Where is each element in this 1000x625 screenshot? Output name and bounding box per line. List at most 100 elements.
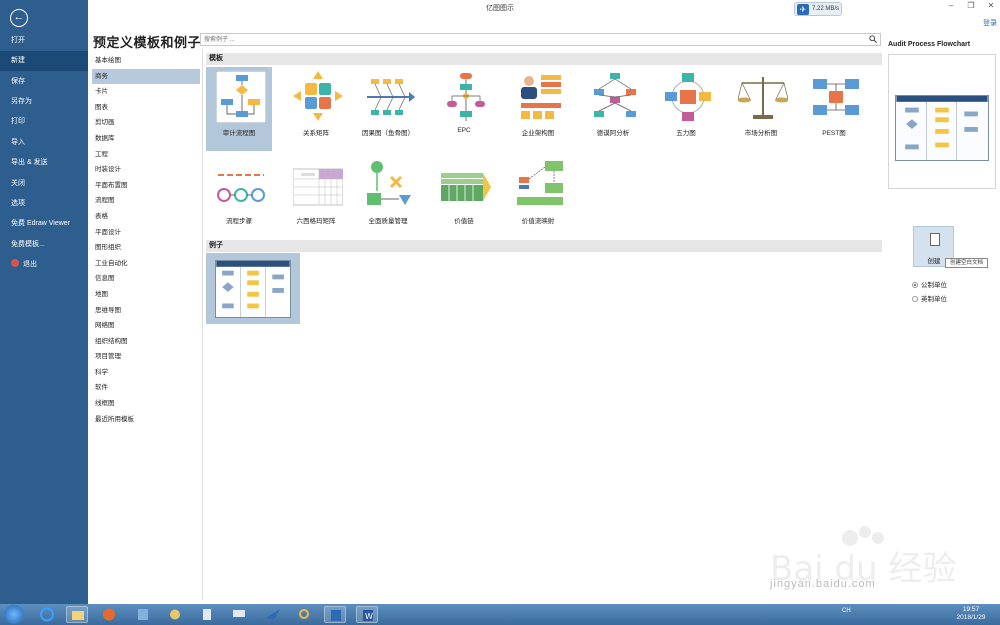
category-item[interactable]: 工程 <box>92 147 200 163</box>
imperial-units-radio[interactable]: 英制单位 <box>912 293 947 303</box>
value-chain-icon <box>441 173 491 201</box>
word-icon[interactable]: W <box>356 606 378 623</box>
template-label: 企业架构图 <box>521 130 555 137</box>
back-arrow-icon[interactable]: ← <box>10 9 28 27</box>
menu-save[interactable]: 保存 <box>0 72 88 92</box>
ie-icon[interactable] <box>36 606 58 623</box>
template-five-forces[interactable]: 五力图 <box>653 67 719 151</box>
template-relationship-matrix[interactable]: 关系矩阵 <box>283 67 349 151</box>
template-six-sigma-matrix[interactable]: 六西格玛矩阵 <box>283 155 349 239</box>
category-item[interactable]: 地图 <box>92 287 200 303</box>
template-label: 价值流映射 <box>521 218 555 225</box>
menu-new[interactable]: 新建 <box>0 51 88 71</box>
category-item[interactable]: 商务 <box>92 68 200 85</box>
template-label: 市场分析图 <box>744 130 778 137</box>
template-label: 五力图 <box>676 130 696 137</box>
metric-units-radio[interactable]: 公制单位 <box>912 279 947 289</box>
template-process-steps[interactable]: 流程步骤 <box>206 155 272 239</box>
category-item[interactable]: 图表 <box>92 100 200 116</box>
template-value-stream-mapping[interactable]: 价值流映射 <box>505 155 571 239</box>
search-app-icon[interactable] <box>294 606 316 623</box>
firefox-icon[interactable] <box>98 606 120 623</box>
category-item[interactable]: 线框图 <box>92 396 200 412</box>
example-audit-flowchart[interactable] <box>206 253 300 324</box>
radio-dot <box>912 282 918 288</box>
menu-free-templates[interactable]: 免费模板... <box>0 235 88 255</box>
category-item[interactable]: 图形组织 <box>92 240 200 256</box>
template-value-chain[interactable]: 价值链 <box>431 155 497 239</box>
search-icon[interactable] <box>869 35 877 43</box>
pest-icon <box>813 79 859 115</box>
taskbar: W CH 19:57 2018/1/29 <box>0 604 1000 625</box>
category-item[interactable]: 工业自动化 <box>92 256 200 272</box>
create-tooltip: 创建空白文档 <box>945 258 988 268</box>
menu-open[interactable]: 打开 <box>0 31 88 51</box>
template-pest[interactable]: PEST图 <box>801 67 867 151</box>
category-item[interactable]: 基本绘图 <box>92 53 200 69</box>
explorer-icon[interactable] <box>66 606 88 623</box>
category-item[interactable]: 思维导图 <box>92 303 200 319</box>
template-fishbone[interactable]: 因果图（鱼骨图） <box>355 67 421 151</box>
template-label: EPC <box>457 127 471 134</box>
category-item[interactable]: 数据库 <box>92 131 200 147</box>
template-tqm[interactable]: 全面质量管理 <box>355 155 421 239</box>
title-bar: 亿图图示 ✈ 7.22 MB/s – ❐ ✕ <box>0 0 1000 16</box>
category-item[interactable]: 信息图 <box>92 271 200 287</box>
search-box[interactable] <box>200 33 881 46</box>
enterprise-architecture-icon <box>521 75 561 119</box>
category-item[interactable]: 科学 <box>92 365 200 381</box>
network-icon[interactable] <box>228 606 250 623</box>
clock[interactable]: 19:57 2018/1/29 <box>948 606 994 622</box>
tqm-icon <box>367 161 411 205</box>
category-item[interactable]: 组织结构图 <box>92 334 200 350</box>
category-item[interactable]: 最近所用模板 <box>92 412 200 428</box>
value-stream-icon <box>517 161 563 205</box>
menu-label: 导出 & 发送 <box>11 159 48 166</box>
notepad-icon[interactable] <box>196 606 218 623</box>
bird-app-icon[interactable] <box>262 606 284 623</box>
search-input[interactable] <box>201 34 861 45</box>
menu-edraw-viewer[interactable]: 免费 Edraw Viewer <box>0 214 88 234</box>
category-item[interactable]: 平面设计 <box>92 225 200 241</box>
paint-icon[interactable] <box>164 606 186 623</box>
menu-import[interactable]: 导入 <box>0 133 88 153</box>
menu-close[interactable]: 关闭 <box>0 174 88 194</box>
exit-icon <box>11 259 19 267</box>
restore-icon[interactable]: ❐ <box>964 1 978 10</box>
close-icon[interactable]: ✕ <box>984 1 998 10</box>
examples-header: 例子 <box>206 240 882 252</box>
app-icon[interactable] <box>132 606 154 623</box>
templates-header: 模板 <box>206 53 882 65</box>
category-item[interactable]: 平面布置图 <box>92 178 200 194</box>
login-link[interactable]: 登录 <box>983 18 997 28</box>
menu-save-as[interactable]: 另存为 <box>0 92 88 112</box>
category-item[interactable]: 剪切画 <box>92 115 200 131</box>
template-epc[interactable]: EPC <box>431 67 497 151</box>
template-label: 因果图（鱼骨图） <box>362 130 414 137</box>
menu-label: 新建 <box>11 57 25 64</box>
template-market-analysis[interactable]: 市场分析图 <box>728 67 794 151</box>
template-enterprise-architecture[interactable]: 企业架构图 <box>505 67 571 151</box>
category-item[interactable]: 项目管理 <box>92 349 200 365</box>
speed-badge[interactable]: ✈ 7.22 MB/s <box>794 2 842 16</box>
category-item[interactable]: 卡片 <box>92 84 200 100</box>
category-item[interactable]: 表格 <box>92 209 200 225</box>
edraw-icon[interactable] <box>324 606 346 623</box>
menu-options[interactable]: 选项 <box>0 194 88 214</box>
template-dematel[interactable]: 德谟阿分析 <box>580 67 646 151</box>
template-audit-flowchart[interactable]: 审计流程图 <box>206 67 272 151</box>
category-item[interactable]: 软件 <box>92 380 200 396</box>
start-button-icon[interactable] <box>4 605 24 624</box>
category-item[interactable]: 流程图 <box>92 193 200 209</box>
menu-exit[interactable]: 退出 <box>0 255 88 275</box>
category-item[interactable]: 时装设计 <box>92 162 200 178</box>
minimize-icon[interactable]: – <box>944 1 958 10</box>
clock-date: 2018/1/29 <box>956 614 986 621</box>
process-steps-icon <box>217 174 265 202</box>
menu-export-send[interactable]: 导出 & 发送 <box>0 153 88 173</box>
menu-print[interactable]: 打印 <box>0 112 88 132</box>
template-label: 全面质量管理 <box>368 218 408 225</box>
radio-label: 公制单位 <box>921 282 947 289</box>
category-item[interactable]: 网络图 <box>92 318 200 334</box>
tray-language[interactable]: CH <box>842 608 851 614</box>
